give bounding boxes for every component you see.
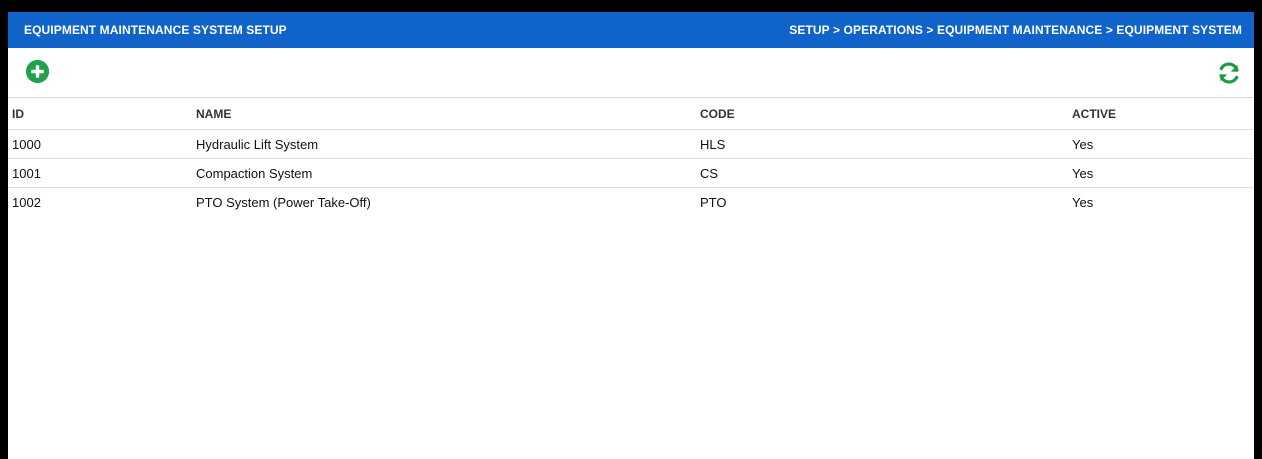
cell-name: PTO System (Power Take-Off) bbox=[192, 187, 696, 217]
cell-active: Yes bbox=[1068, 129, 1254, 159]
add-button[interactable] bbox=[26, 60, 49, 83]
equipment-system-panel: EQUIPMENT MAINTENANCE SYSTEM SETUP SETUP… bbox=[8, 12, 1254, 459]
refresh-button[interactable] bbox=[1216, 60, 1242, 86]
empty-table-area bbox=[8, 216, 1254, 459]
page-title: EQUIPMENT MAINTENANCE SYSTEM SETUP bbox=[24, 23, 287, 37]
toolbar bbox=[8, 48, 1254, 98]
page-header: EQUIPMENT MAINTENANCE SYSTEM SETUP SETUP… bbox=[8, 12, 1254, 48]
cell-active: Yes bbox=[1068, 187, 1254, 217]
cell-active: Yes bbox=[1068, 158, 1254, 188]
table-header-row: ID NAME CODE ACTIVE bbox=[8, 98, 1254, 130]
refresh-icon bbox=[1219, 62, 1239, 84]
cell-name: Compaction System bbox=[192, 158, 696, 188]
cell-code: PTO bbox=[696, 187, 1068, 217]
cell-code: CS bbox=[696, 158, 1068, 188]
cell-id: 1000 bbox=[8, 129, 192, 159]
cell-id: 1002 bbox=[8, 187, 192, 217]
plus-circle-icon bbox=[26, 60, 49, 83]
breadcrumb: SETUP > OPERATIONS > EQUIPMENT MAINTENAN… bbox=[789, 23, 1242, 37]
table-row[interactable]: 1001 Compaction System CS Yes bbox=[8, 158, 1254, 188]
cell-name: Hydraulic Lift System bbox=[192, 129, 696, 159]
cell-code: HLS bbox=[696, 129, 1068, 159]
cell-id: 1001 bbox=[8, 158, 192, 188]
table-row[interactable]: 1002 PTO System (Power Take-Off) PTO Yes bbox=[8, 187, 1254, 217]
table-row[interactable]: 1000 Hydraulic Lift System HLS Yes bbox=[8, 129, 1254, 159]
column-header-active[interactable]: ACTIVE bbox=[1068, 98, 1254, 130]
column-header-id[interactable]: ID bbox=[8, 98, 192, 130]
column-header-code[interactable]: CODE bbox=[696, 98, 1068, 130]
equipment-system-table: ID NAME CODE ACTIVE 1000 Hydraulic Lift … bbox=[8, 98, 1254, 217]
column-header-name[interactable]: NAME bbox=[192, 98, 696, 130]
